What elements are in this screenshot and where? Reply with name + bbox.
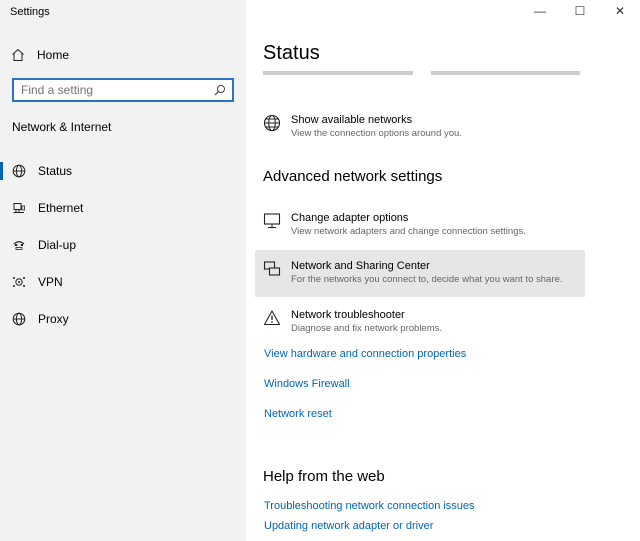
- sharing-center-icon: [263, 260, 283, 280]
- option-title: Change adapter options: [291, 212, 409, 224]
- sidebar-item-label: VPN: [38, 275, 63, 289]
- scroll-indicator-right: [431, 71, 580, 75]
- section-label: Network & Internet: [12, 120, 112, 134]
- option-desc: For the networks you connect to, decide …: [291, 274, 563, 285]
- option-title: Network troubleshooter: [291, 309, 405, 321]
- minimize-button[interactable]: —: [520, 0, 560, 22]
- sidebar-item-label: Ethernet: [38, 201, 84, 215]
- app-title: Settings: [10, 6, 50, 18]
- option-desc: Diagnose and fix network problems.: [291, 323, 443, 334]
- show-networks-option[interactable]: Show available networks View the connect…: [255, 107, 585, 143]
- monitor-icon: [263, 212, 283, 232]
- sidebar-item-label: Proxy: [38, 312, 69, 326]
- hardware-properties-link[interactable]: View hardware and connection properties: [264, 348, 466, 360]
- windows-firewall-link[interactable]: Windows Firewall: [264, 378, 350, 390]
- troubleshooter-option[interactable]: Network troubleshooter Diagnose and fix …: [255, 302, 585, 340]
- scroll-indicator-left: [263, 71, 413, 75]
- home-label: Home: [37, 48, 70, 62]
- close-button[interactable]: ✕: [600, 0, 640, 22]
- sidebar-item-status[interactable]: Status: [0, 160, 246, 182]
- updating-driver-link[interactable]: Updating network adapter or driver: [264, 520, 433, 532]
- globe-icon: [263, 114, 283, 134]
- search-icon[interactable]: [214, 84, 226, 96]
- option-title: Network and Sharing Center: [291, 260, 430, 272]
- warning-icon: [263, 309, 283, 329]
- home-nav-item[interactable]: Home: [10, 45, 240, 65]
- window-controls: — ☐ ✕: [520, 0, 640, 22]
- globe-icon: [11, 311, 27, 327]
- vpn-icon: [11, 274, 27, 290]
- ethernet-icon: [11, 200, 27, 216]
- show-networks-title: Show available networks: [291, 114, 413, 126]
- sidebar-item-label: Status: [38, 164, 73, 178]
- advanced-heading: Advanced network settings: [263, 168, 443, 185]
- main-content: — ☐ ✕ Status Show available networks Vie…: [246, 0, 640, 541]
- search-box[interactable]: [12, 78, 234, 102]
- help-heading: Help from the web: [263, 468, 385, 485]
- sharing-center-option[interactable]: Network and Sharing Center For the netwo…: [255, 250, 585, 297]
- home-icon: [10, 47, 26, 63]
- change-adapter-option[interactable]: Change adapter options View network adap…: [255, 205, 585, 245]
- option-desc: View network adapters and change connect…: [291, 226, 526, 237]
- globe-icon: [11, 163, 27, 179]
- sidebar-item-label: Dial-up: [38, 238, 77, 252]
- sidebar-item-ethernet[interactable]: Ethernet: [0, 197, 246, 219]
- sidebar-item-dialup[interactable]: Dial-up: [0, 234, 246, 256]
- search-input[interactable]: [21, 83, 214, 97]
- sidebar-item-proxy[interactable]: Proxy: [0, 308, 246, 330]
- page-title: Status: [263, 42, 320, 64]
- show-networks-desc: View the connection options around you.: [291, 128, 462, 139]
- dialup-icon: [11, 237, 27, 253]
- maximize-button[interactable]: ☐: [560, 0, 600, 22]
- sidebar: Settings Home Network & Internet Status …: [0, 0, 246, 541]
- sidebar-item-vpn[interactable]: VPN: [0, 271, 246, 293]
- network-reset-link[interactable]: Network reset: [264, 408, 332, 420]
- troubleshooting-link[interactable]: Troubleshooting network connection issue…: [264, 500, 475, 512]
